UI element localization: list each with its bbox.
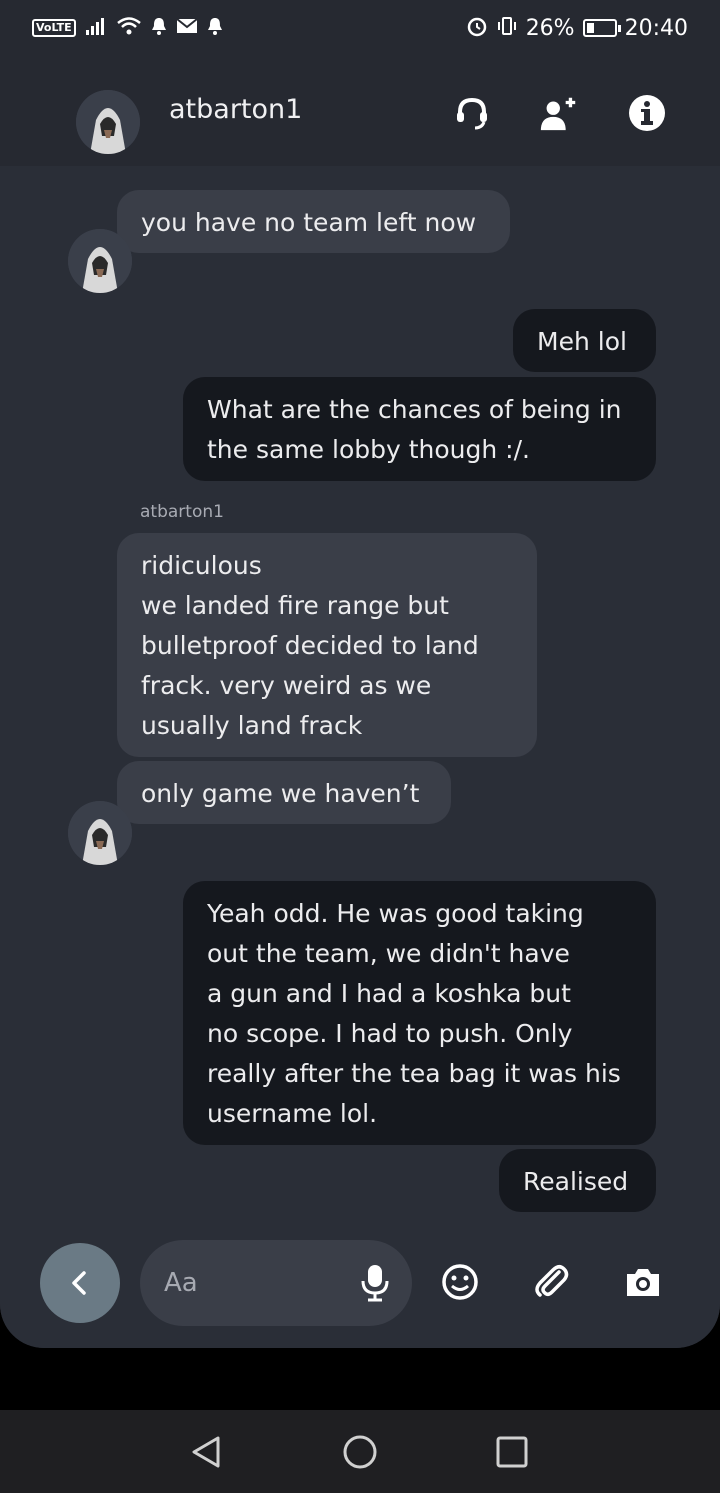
- status-left: VoLTE: [32, 16, 224, 41]
- signal-icon: [84, 16, 108, 41]
- notification-bell-icon: [206, 16, 224, 41]
- contact-name[interactable]: atbarton1: [169, 94, 302, 125]
- sender-avatar[interactable]: [68, 801, 132, 865]
- battery-percent: 26%: [525, 15, 575, 41]
- notification-bell-icon: [150, 16, 168, 41]
- nav-recents-icon[interactable]: [490, 1430, 534, 1474]
- back-button[interactable]: [40, 1243, 120, 1323]
- contact-avatar[interactable]: [76, 90, 140, 154]
- system-nav-bar: [0, 1410, 720, 1493]
- message-input-container[interactable]: [140, 1240, 412, 1326]
- emoji-icon[interactable]: [438, 1260, 482, 1304]
- battery-level: [586, 23, 594, 33]
- message-incoming[interactable]: ridiculous we landed fire range but bull…: [117, 533, 537, 757]
- battery-icon: [582, 19, 621, 37]
- message-outgoing[interactable]: What are the chances of being in the sam…: [183, 377, 656, 481]
- status-bar: VoLTE 26% 20:40: [0, 0, 720, 56]
- chevron-left-icon: [72, 1271, 86, 1295]
- message-incoming[interactable]: you have no team left now: [117, 190, 510, 253]
- vibrate-icon: [496, 15, 518, 42]
- message-outgoing[interactable]: Yeah odd. He was good taking out the tea…: [183, 881, 656, 1145]
- mail-icon: [176, 16, 198, 40]
- message-incoming[interactable]: only game we haven’t: [117, 761, 451, 824]
- headset-icon[interactable]: [451, 92, 493, 134]
- chat-header: atbarton1: [0, 56, 720, 166]
- clock: 20:40: [624, 15, 688, 41]
- volte-badge: VoLTE: [32, 19, 76, 37]
- info-icon[interactable]: [626, 92, 668, 134]
- nav-back-icon[interactable]: [184, 1430, 228, 1474]
- status-right: 26% 20:40: [466, 15, 688, 42]
- camera-icon[interactable]: [621, 1260, 665, 1304]
- chat-screen: atbarton1 you have no team left now Meh …: [0, 56, 720, 1348]
- attach-icon[interactable]: [529, 1260, 573, 1304]
- message-input[interactable]: [164, 1262, 344, 1304]
- wifi-icon: [116, 16, 142, 41]
- microphone-icon[interactable]: [352, 1260, 398, 1306]
- sender-name-label: atbarton1: [140, 502, 224, 522]
- alarm-icon: [466, 15, 488, 42]
- message-outgoing[interactable]: Realised: [499, 1149, 656, 1212]
- nav-home-icon[interactable]: [338, 1430, 382, 1474]
- message-outgoing[interactable]: Meh lol: [513, 309, 656, 372]
- sender-avatar[interactable]: [68, 229, 132, 293]
- add-person-icon[interactable]: [538, 92, 580, 134]
